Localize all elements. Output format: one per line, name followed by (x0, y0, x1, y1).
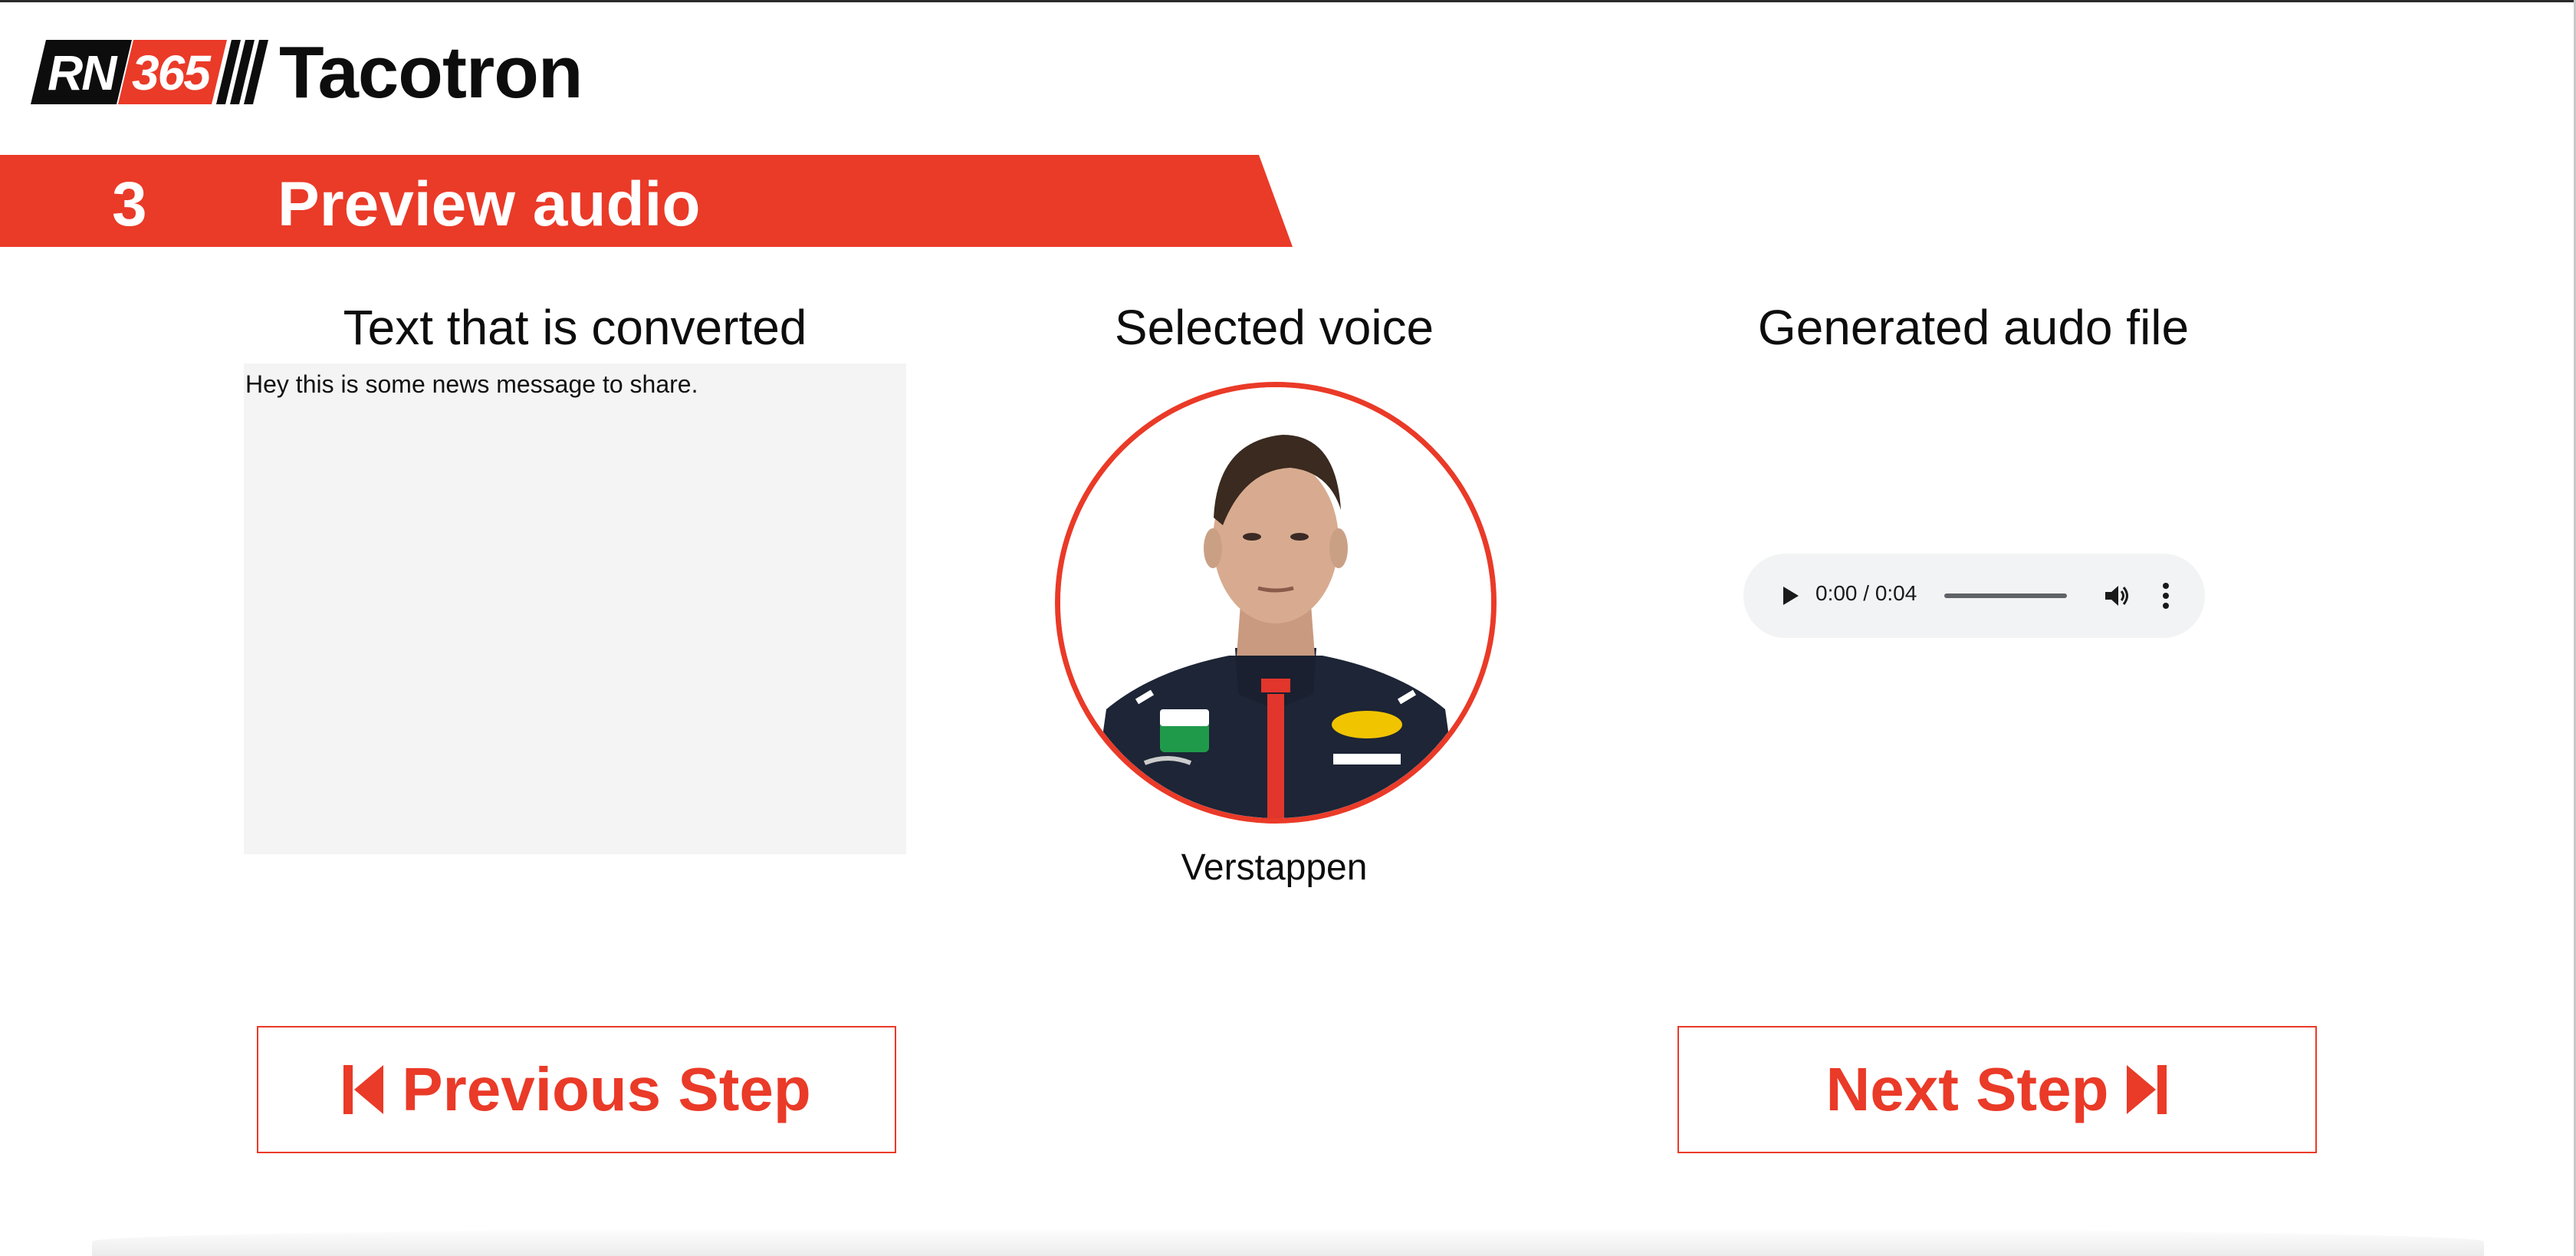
previous-step-label: Previous Step (402, 1055, 811, 1123)
audio-column-heading: Generated audo file (1757, 300, 2190, 355)
audio-progress-slider[interactable] (1944, 593, 2067, 598)
more-options-icon[interactable] (2162, 581, 2170, 610)
brand-logo: RN 365 (31, 40, 273, 104)
app-title: Tacotron (279, 31, 583, 113)
window-top-border (0, 0, 2576, 2)
rn365-logo-badge: RN 365 (31, 40, 273, 104)
previous-step-button[interactable]: Previous Step (257, 1026, 896, 1153)
skip-previous-icon (343, 1065, 384, 1114)
text-column-heading: Text that is converted (343, 300, 807, 355)
logo-text-rn: RN (48, 45, 117, 100)
audio-time-display: 0:00 / 0:04 (1815, 581, 1917, 605)
converted-text-box[interactable]: Hey this is some news message to share. (244, 363, 906, 854)
volume-icon[interactable] (2102, 581, 2131, 610)
skip-next-icon (2127, 1065, 2167, 1114)
play-icon[interactable] (1776, 582, 1803, 610)
next-step-label: Next Step (1825, 1055, 2109, 1123)
voice-name: Verstappen (1181, 847, 1368, 888)
next-step-button[interactable]: Next Step (1677, 1026, 2317, 1153)
voice-avatar[interactable] (1055, 382, 1497, 824)
bottom-shadow (92, 1227, 2484, 1256)
voice-column-heading: Selected voice (1114, 300, 1434, 355)
step-number: 3 (112, 169, 147, 239)
step-title: Preview audio (278, 169, 701, 239)
driver-portrait-image (1060, 387, 1491, 818)
audio-player[interactable]: 0:00 / 0:04 (1743, 554, 2205, 638)
logo-text-365: 365 (132, 45, 211, 100)
